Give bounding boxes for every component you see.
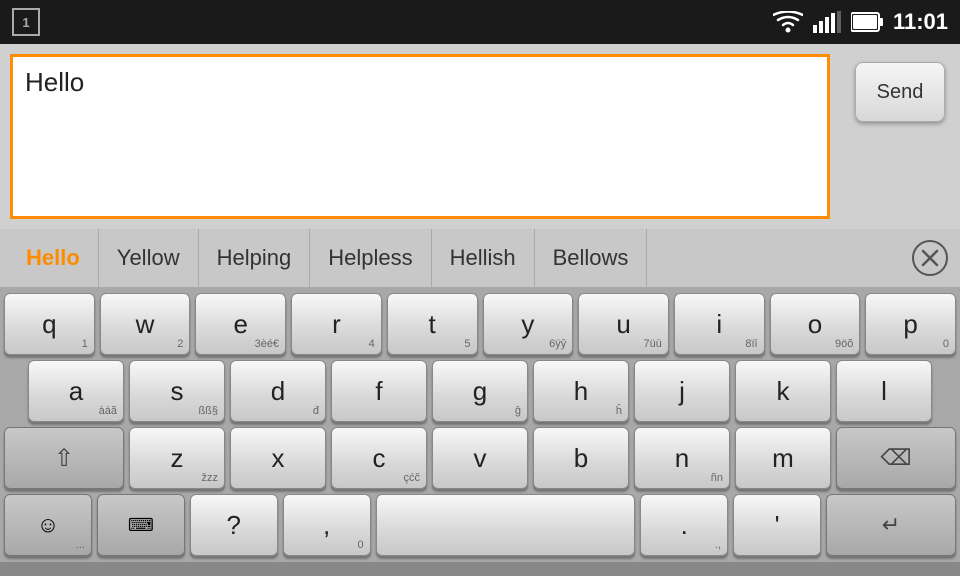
key-r[interactable]: r 4 bbox=[291, 293, 382, 355]
wifi-icon bbox=[773, 11, 803, 33]
key-w[interactable]: w 2 bbox=[100, 293, 191, 355]
key-enter[interactable]: ↵ bbox=[826, 494, 956, 556]
suggestion-bellows[interactable]: Bellows bbox=[535, 229, 648, 287]
status-left: 1 bbox=[12, 8, 40, 36]
suggestion-hellish[interactable]: Hellish bbox=[432, 229, 535, 287]
keyboard-row-3: ⇧ z žzz x c çćč v b n ñn m ⌫ bbox=[4, 427, 956, 489]
keyboard: q 1 w 2 e 3èé€ r 4 t 5 y 6ÿŷ u 7üū i 8ïī bbox=[0, 287, 960, 562]
notification-icon: 1 bbox=[12, 8, 40, 36]
key-v[interactable]: v bbox=[432, 427, 528, 489]
key-z[interactable]: z žzz bbox=[129, 427, 225, 489]
key-q[interactable]: q 1 bbox=[4, 293, 95, 355]
suggestion-helpless[interactable]: Helpless bbox=[310, 229, 431, 287]
signal-icon bbox=[813, 11, 841, 33]
keyboard-row-1: q 1 w 2 e 3èé€ r 4 t 5 y 6ÿŷ u 7üū i 8ïī bbox=[4, 293, 956, 355]
input-area: Hello bbox=[0, 44, 840, 229]
key-backspace[interactable]: ⌫ bbox=[836, 427, 956, 489]
suggestion-yellow[interactable]: Yellow bbox=[99, 229, 199, 287]
key-p[interactable]: p 0 bbox=[865, 293, 956, 355]
key-h[interactable]: h ĥ bbox=[533, 360, 629, 422]
send-button-area: Send bbox=[840, 44, 960, 229]
key-y[interactable]: y 6ÿŷ bbox=[483, 293, 574, 355]
key-period[interactable]: . ., bbox=[640, 494, 728, 556]
key-question[interactable]: ? bbox=[190, 494, 278, 556]
keyboard-row-4: ☺ ... ⌨ ? , 0 . ., ' ↵ bbox=[4, 494, 956, 556]
suggestions-bar: Hello Yellow Helping Helpless Hellish Be… bbox=[0, 229, 960, 287]
key-k[interactable]: k bbox=[735, 360, 831, 422]
key-s[interactable]: s ßß§ bbox=[129, 360, 225, 422]
key-emoji[interactable]: ☺ ... bbox=[4, 494, 92, 556]
suggestion-hello[interactable]: Hello bbox=[8, 229, 99, 287]
text-input[interactable]: Hello bbox=[10, 54, 830, 219]
key-space[interactable] bbox=[376, 494, 636, 556]
status-time: 11:01 bbox=[893, 9, 948, 35]
key-u[interactable]: u 7üū bbox=[578, 293, 669, 355]
keyboard-row-2: a àáã s ßß§ d đ f g ĝ h ĥ j k l bbox=[4, 360, 956, 422]
key-shift[interactable]: ⇧ bbox=[4, 427, 124, 489]
key-e[interactable]: e 3èé€ bbox=[195, 293, 286, 355]
suggestion-close-button[interactable] bbox=[908, 236, 952, 280]
key-keyboard-switch[interactable]: ⌨ bbox=[97, 494, 185, 556]
battery-icon bbox=[851, 11, 883, 33]
key-d[interactable]: d đ bbox=[230, 360, 326, 422]
key-m[interactable]: m bbox=[735, 427, 831, 489]
key-apostrophe[interactable]: ' bbox=[733, 494, 821, 556]
suggestion-helping[interactable]: Helping bbox=[199, 229, 311, 287]
key-g[interactable]: g ĝ bbox=[432, 360, 528, 422]
key-t[interactable]: t 5 bbox=[387, 293, 478, 355]
key-b[interactable]: b bbox=[533, 427, 629, 489]
key-a[interactable]: a àáã bbox=[28, 360, 124, 422]
key-i[interactable]: i 8ïī bbox=[674, 293, 765, 355]
status-right: 11:01 bbox=[773, 9, 948, 35]
key-o[interactable]: o 9öõ bbox=[770, 293, 861, 355]
key-j[interactable]: j bbox=[634, 360, 730, 422]
status-bar: 1 11:01 bbox=[0, 0, 960, 44]
key-c[interactable]: c çćč bbox=[331, 427, 427, 489]
key-x[interactable]: x bbox=[230, 427, 326, 489]
key-comma[interactable]: , 0 bbox=[283, 494, 371, 556]
key-l[interactable]: l bbox=[836, 360, 932, 422]
key-f[interactable]: f bbox=[331, 360, 427, 422]
send-button[interactable]: Send bbox=[855, 62, 945, 122]
key-n[interactable]: n ñn bbox=[634, 427, 730, 489]
